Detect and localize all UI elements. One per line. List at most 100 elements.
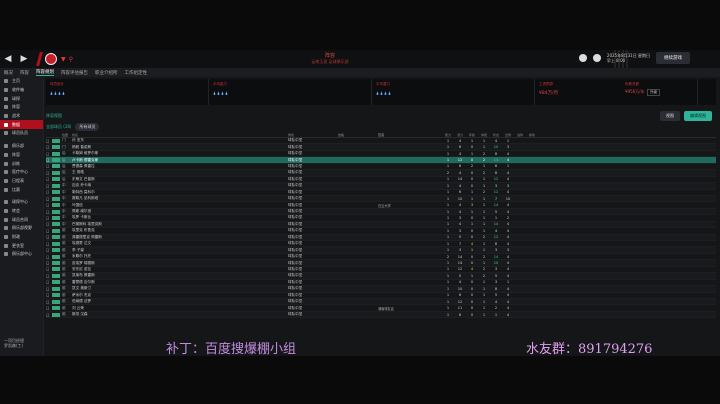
sidebar-item[interactable]: 阵容 [0,151,43,160]
player-name[interactable]: 史蒂文 巴普斯 [72,177,288,182]
sidebar-item[interactable]: 球探中心 [0,198,43,207]
sidebar-item-icon [4,170,8,175]
player-name[interactable]: 杨毅 普诺斯 [72,145,288,150]
player-name[interactable]: 佩斯 威尔逊 [72,209,288,214]
sidebar-item[interactable]: 俱乐部中心 [0,250,43,259]
player-role: 球队中坚 [288,170,303,175]
manager-info[interactable]: 一项目经理 罗凯森(工) [4,338,24,348]
player-name[interactable]: 雷蒙德 迈尔斯 [72,280,288,285]
column-header[interactable]: 助攻 [526,133,538,137]
player-name[interactable]: 叶国信 [72,203,288,208]
column-header[interactable]: 潜力 [454,133,466,137]
column-header[interactable]: 年龄 [466,133,478,137]
player-name[interactable]: 伯纳德 法罗 [72,299,288,304]
edit-view-button[interactable]: 编辑视图 [684,111,712,121]
notification-icon[interactable] [578,54,587,62]
player-name[interactable]: 巴黎斯科 埃里克斯 [72,222,288,227]
forward-arrow-icon[interactable]: ▶ [16,50,32,68]
sidebar-item-label: 阵容 [12,104,20,110]
player-name[interactable]: 勒特西 莫科尔 [72,190,288,195]
column-header[interactable]: 出场 [502,133,514,137]
player-name[interactable]: 卢卡斯 德雷克斯 [72,158,288,163]
sidebar-item[interactable]: 主页 [0,77,43,86]
club-menu-icon[interactable]: ▼ [61,56,66,63]
column-header[interactable]: 能力 [442,133,454,137]
status-badge [52,138,60,143]
column-header[interactable]: 性格 [338,133,378,137]
stat-pill-button[interactable]: 升级 [647,89,660,96]
column-header[interactable]: 信息 [378,132,442,137]
player-position: 中 [62,189,66,194]
sidebar-item[interactable]: 球员合同 [0,215,43,224]
stat-cell: 3 [458,215,462,220]
sidebar-item[interactable]: 俱乐部视野 [0,224,43,233]
sidebar-item[interactable]: 转会 [0,207,43,216]
sidebar-item[interactable]: 收件箱 [0,86,43,95]
player-position: 门 [62,144,66,149]
column-header[interactable]: 位置 [62,133,72,137]
player-name[interactable]: 刘 云荣 [72,306,288,311]
player-name[interactable]: 米歇尔 托托 [72,254,288,259]
sidebar-item[interactable]: 财政 [0,233,43,242]
player-name[interactable]: 贾德森 佩雷拉 [72,164,288,169]
player-role: 球队中坚 [288,279,303,284]
player-count[interactable]: 全部球员 (28) [46,124,71,130]
player-position: 后 [62,151,66,156]
sidebar-item[interactable]: 俱乐部 [0,142,43,151]
subnav-item[interactable]: 阵容 [20,70,29,76]
subnav-item[interactable]: 概况 [4,70,13,76]
filter-chip[interactable]: 所有球员 [75,123,100,131]
sidebar-item[interactable]: 日程表 [0,177,43,186]
search-icon[interactable]: ⚲ [69,56,73,63]
sidebar-item[interactable]: 球员队员 [0,129,43,138]
player-info: 白云大学 [378,203,391,208]
stat-cell: 2 [470,164,474,169]
status-badge [52,280,60,285]
column-header[interactable]: 进球 [514,133,526,137]
player-name[interactable]: 王 常皓 [72,170,288,175]
table-row[interactable]: □ 前斯坦 汉森 球队中坚 1 6 0 1 1 4 [46,311,716,319]
view-button[interactable]: 视图 [660,111,680,121]
column-header[interactable]: 体能 [478,133,490,137]
player-name[interactable]: 迈克 乔卡纳 [72,183,288,188]
sidebar-item[interactable]: 球探 [0,94,43,103]
back-arrow-icon[interactable]: ◀ [0,50,16,68]
player-name[interactable]: 弗雷德里克 佩雷斯 [72,235,288,240]
letterbox-bottom [0,356,720,404]
player-name[interactable]: 斯坦 汉森 [72,312,288,317]
player-name[interactable]: 埃里克 布鲁克 [72,228,288,233]
sidebar-item[interactable]: 数据 [0,120,43,130]
sidebar-item-label: 俱乐部视野 [12,225,32,231]
column-header[interactable]: 姓名 [72,133,288,137]
player-name[interactable]: 埃罗 卡斯比 [72,215,288,220]
player-name[interactable]: 凯文 奥斯汀 [72,286,288,291]
stat-cell: 3 [506,183,510,188]
player-name[interactable]: 赛勒凡 尼科斯塔 [72,196,288,201]
subnav-item[interactable]: 阵容规划 [36,69,54,76]
sidebar-item[interactable]: 医疗中心 [0,168,43,177]
stat-cell: 1 [446,235,450,240]
player-name[interactable]: 埃德蒙 达文 [72,241,288,246]
column-header[interactable]: 状态 [490,133,502,137]
subnav-item[interactable]: 阵容评估报告 [61,70,88,76]
sidebar-item[interactable]: 战术 [0,112,43,121]
stat-cell: 12 [457,267,463,272]
stat-cell: 10 [493,145,499,150]
player-name[interactable]: 萨米尔 杰克 [72,293,288,298]
sidebar-item[interactable]: 阵容 [0,103,43,112]
player-name[interactable]: 凯莱布 佩雷斯 [72,273,288,278]
player-name[interactable]: 卡勒姆 维罗尔斯 [72,151,288,156]
sidebar-item[interactable]: 比赛 [0,185,43,194]
column-header[interactable] [52,133,60,137]
sidebar-item[interactable]: 更衣室 [0,241,43,250]
continue-button[interactable]: 继续游戏 [656,52,690,64]
player-name[interactable]: 皮埃罗 瑞德斯 [72,261,288,266]
subnav-item[interactable]: 职业介绍所 [95,70,118,76]
sidebar-item[interactable]: 训练 [0,159,43,168]
player-name[interactable]: 孙 亚东 [72,138,288,143]
column-header[interactable]: 角色 [288,133,338,137]
subnav-item[interactable]: 工作组定性 [125,70,148,76]
player-name[interactable]: 安东尼 诺瓦 [72,267,288,272]
settings-gear-icon[interactable] [592,54,601,62]
player-name[interactable]: 李 子豪 [72,248,288,253]
